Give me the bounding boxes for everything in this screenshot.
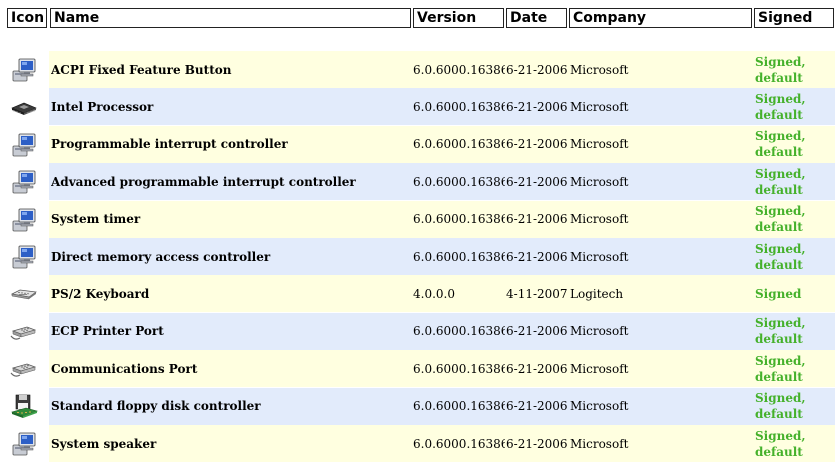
- driver-company: Microsoft: [570, 324, 629, 339]
- driver-company: Microsoft: [570, 361, 629, 376]
- device-name: Programmable interrupt controller: [51, 137, 288, 152]
- device-name: ACPI Fixed Feature Button: [51, 62, 232, 77]
- driver-date: 6-21-2006: [506, 361, 568, 376]
- driver-date: 6-21-2006: [506, 62, 568, 77]
- signed-status: Signed, default: [755, 241, 806, 272]
- header-date[interactable]: Date: [506, 8, 567, 28]
- computer-icon: [10, 244, 38, 270]
- driver-date: 6-21-2006: [506, 137, 568, 152]
- header-name[interactable]: Name: [50, 8, 411, 28]
- computer-icon: [10, 57, 38, 83]
- driver-date: 6-21-2006: [506, 249, 568, 264]
- table-row[interactable]: PS/2 Keyboard 4.0.0.0 4-11-2007 Logitech Sig…: [0, 275, 840, 313]
- driver-company: Logitech: [570, 286, 624, 301]
- driver-version: 6.0.6000.16386: [413, 324, 505, 339]
- header-version[interactable]: Version: [413, 8, 504, 28]
- port-connector-icon: [10, 319, 38, 345]
- device-name: PS/2 Keyboard: [51, 286, 150, 301]
- device-name: Communications Port: [51, 361, 198, 376]
- driver-version: 6.0.6000.16386: [413, 399, 505, 414]
- signed-status: Signed: [755, 286, 802, 301]
- driver-version: 6.0.6000.16386: [413, 361, 505, 376]
- device-name: System timer: [51, 212, 141, 227]
- signed-status: Signed, default: [755, 166, 806, 197]
- device-name: Advanced programmable interrupt controll…: [51, 174, 356, 189]
- driver-date: 6-21-2006: [506, 99, 568, 114]
- header-company[interactable]: Company: [569, 8, 752, 28]
- signed-status: Signed, default: [755, 129, 806, 160]
- driver-version: 6.0.6000.16386: [413, 436, 505, 451]
- device-name: Standard floppy disk controller: [51, 399, 261, 414]
- driver-version: 6.0.6000.16386: [413, 212, 505, 227]
- processor-chip-icon: [10, 94, 38, 120]
- keyboard-icon: [10, 281, 38, 307]
- driver-version: 4.0.0.0: [413, 286, 455, 301]
- header-icon[interactable]: Icon: [7, 8, 47, 28]
- device-name: System speaker: [51, 436, 157, 451]
- driver-company: Microsoft: [570, 174, 629, 189]
- driver-company: Microsoft: [570, 62, 629, 77]
- driver-date: 4-11-2007: [506, 286, 568, 301]
- table-row[interactable]: System timer 6.0.6000.16386 6-21-2006 Micro…: [0, 200, 840, 238]
- driver-version: 6.0.6000.16386: [413, 174, 505, 189]
- floppy-controller-icon: [10, 394, 38, 420]
- device-name: Direct memory access controller: [51, 249, 271, 264]
- driver-version: 6.0.6000.16386: [413, 137, 505, 152]
- table-row[interactable]: System speaker 6.0.6000.16386 6-21-2006 Mic…: [0, 425, 840, 462]
- driver-company: Microsoft: [570, 249, 629, 264]
- computer-icon: [10, 431, 38, 457]
- driver-date: 6-21-2006: [506, 174, 568, 189]
- driver-company: Microsoft: [570, 212, 629, 227]
- signed-status: Signed, default: [755, 428, 806, 459]
- device-name: ECP Printer Port: [51, 324, 164, 339]
- computer-icon: [10, 207, 38, 233]
- header-signed[interactable]: Signed: [754, 8, 834, 28]
- table-row[interactable]: ACPI Fixed Feature Button 6.0.6000.16386 6…: [0, 51, 840, 88]
- driver-date: 6-21-2006: [506, 436, 568, 451]
- signed-status: Signed, default: [755, 204, 806, 235]
- signed-status: Signed, default: [755, 54, 806, 85]
- device-name: Intel Processor: [51, 99, 154, 114]
- computer-icon: [10, 169, 38, 195]
- table-row[interactable]: Intel Processor 6.0.6000.16386 6-21-2006 Mi…: [0, 88, 840, 126]
- table-row[interactable]: ECP Printer Port 6.0.6000.16386 6-21-2006 M…: [0, 312, 840, 350]
- computer-icon: [10, 132, 38, 158]
- signed-status: Signed, default: [755, 91, 806, 122]
- signed-status: Signed, default: [755, 316, 806, 347]
- table-row[interactable]: Standard floppy disk controller 6.0.6000.…: [0, 387, 840, 425]
- table-row[interactable]: Direct memory access controller 6.0.6000.…: [0, 238, 840, 275]
- driver-date: 6-21-2006: [506, 324, 568, 339]
- driver-company: Microsoft: [570, 99, 629, 114]
- driver-company: Microsoft: [570, 137, 629, 152]
- driver-version: 6.0.6000.16386: [413, 249, 505, 264]
- port-connector-icon: [10, 356, 38, 382]
- table-row[interactable]: Programmable interrupt controller 6.0.600…: [0, 125, 840, 163]
- table-row[interactable]: Communications Port 6.0.6000.16386 6-21-20…: [0, 350, 840, 388]
- driver-version: 6.0.6000.16386: [413, 99, 505, 114]
- table-row[interactable]: Advanced programmable interrupt controll…: [0, 163, 840, 201]
- signed-status: Signed, default: [755, 391, 806, 422]
- signed-status: Signed, default: [755, 353, 806, 384]
- driver-date: 6-21-2006: [506, 399, 568, 414]
- driver-company: Microsoft: [570, 399, 629, 414]
- driver-version: 6.0.6000.16386: [413, 62, 505, 77]
- driver-company: Microsoft: [570, 436, 629, 451]
- driver-date: 6-21-2006: [506, 212, 568, 227]
